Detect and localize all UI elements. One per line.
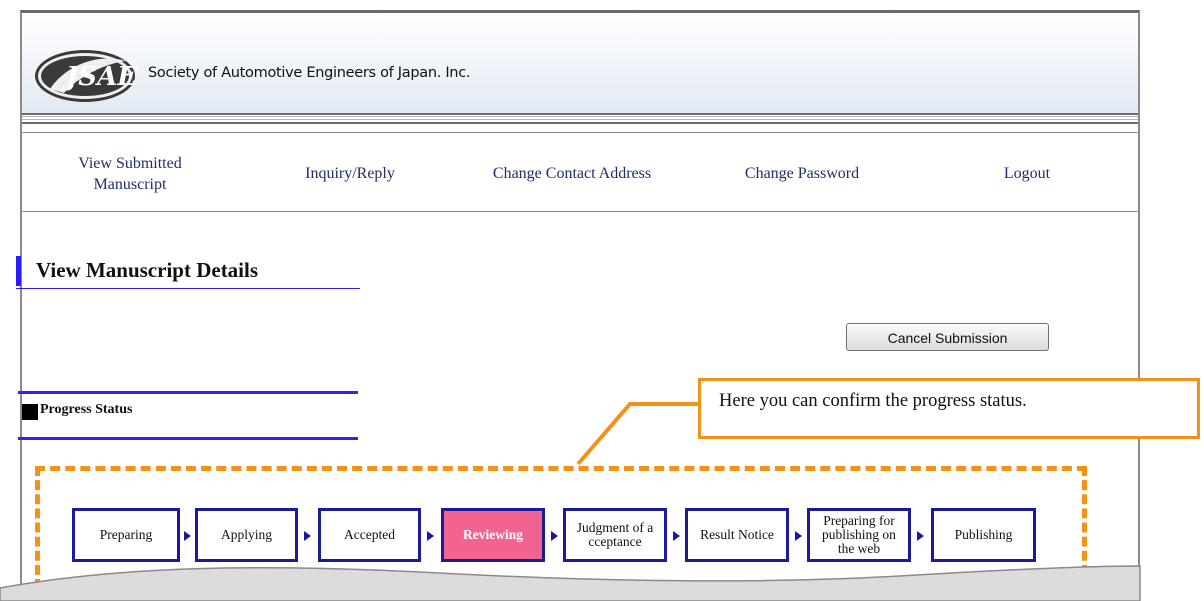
header-divider [22, 122, 1138, 124]
step-arrow-icon [427, 531, 434, 541]
step-arrow-icon [551, 531, 558, 541]
page-title: View Manuscript Details [16, 256, 360, 289]
nav-logout[interactable]: Logout [977, 163, 1077, 184]
nav-view-submitted-manuscript[interactable]: View Submitted Manuscript [60, 153, 200, 195]
progress-heading-marker [22, 404, 38, 420]
nav-change-password[interactable]: Change Password [712, 163, 892, 184]
nav-change-contact-address[interactable]: Change Contact Address [452, 163, 692, 184]
nav-inquiry-reply[interactable]: Inquiry/Reply [282, 163, 418, 184]
progress-callout: Here you can confirm the progress status… [698, 378, 1200, 439]
step-arrow-icon [304, 531, 311, 541]
step-arrow-icon [184, 531, 191, 541]
progress-step-applying[interactable]: Applying [195, 508, 298, 562]
step-label: Preparing for [823, 513, 895, 528]
progress-step-accepted[interactable]: Accepted [318, 508, 421, 562]
step-label: Result Notice [700, 527, 774, 542]
step-label: Accepted [344, 527, 395, 542]
step-label: Publishing [954, 527, 1013, 542]
svg-text:JSAE: JSAE [61, 62, 138, 92]
step-label: publishing on [822, 527, 896, 542]
step-label: Applying [220, 527, 272, 542]
progress-status-heading: Progress Status [40, 402, 133, 417]
title-accent-bar [16, 256, 21, 286]
jsae-logo-icon: JSAE [35, 50, 138, 102]
step-label: cceptance [588, 534, 642, 549]
nav-top-divider [22, 132, 1138, 133]
step-label: the web [837, 541, 881, 556]
header-divider [22, 113, 1138, 115]
step-label: Judgment of a [576, 520, 654, 535]
step-label: Preparing [99, 527, 153, 542]
main-navigation: View Submitted Manuscript Inquiry/Reply … [22, 137, 1138, 211]
progress-step-result-notice[interactable]: Result Notice [685, 508, 789, 562]
step-arrow-icon [795, 531, 802, 541]
progress-step-reviewing[interactable]: Reviewing [441, 508, 545, 562]
header-divider [22, 119, 1138, 120]
organization-name: Society of Automotive Engineers of Japan… [148, 65, 471, 81]
progress-step-judgment-of-acceptance[interactable]: Judgment of a cceptance [563, 508, 667, 562]
nav-label: View Submitted [78, 155, 182, 172]
header-divider [22, 116, 1138, 117]
cancel-submission-button[interactable]: Cancel Submission [846, 323, 1049, 351]
progress-step-preparing-for-publishing[interactable]: Preparing for publishing on the web [807, 508, 911, 562]
progress-heading-bottom-rule [18, 437, 358, 440]
page-title-text: View Manuscript Details [36, 258, 259, 282]
progress-heading-top-rule [18, 391, 358, 394]
step-arrow-icon [917, 531, 924, 541]
progress-step-preparing[interactable]: Preparing [72, 508, 180, 562]
step-label: Reviewing [463, 527, 523, 542]
nav-label: Manuscript [93, 176, 167, 193]
step-arrow-icon [673, 531, 680, 541]
nav-bottom-divider [22, 211, 1138, 212]
progress-step-publishing[interactable]: Publishing [931, 508, 1036, 562]
site-header: JSAE Society of Automotive Engineers of … [22, 13, 1138, 113]
progress-highlight-box [35, 466, 1087, 589]
